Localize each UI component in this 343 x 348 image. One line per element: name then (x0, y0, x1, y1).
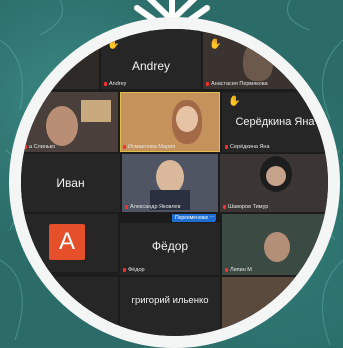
participant-tile-andrey[interactable]: ✋ Andrey Andrey (101, 29, 201, 89)
avatar: A (49, 224, 85, 260)
participant-tile-grigoriy[interactable]: григорий ильенко (120, 277, 220, 336)
participant-name-large: Andrey (131, 59, 171, 73)
muted-mic-icon (24, 144, 27, 149)
participant-tile-fedor[interactable]: Фёдор Фёдор (120, 223, 220, 275)
muted-mic-icon (125, 204, 128, 209)
participant-tile-permyakova[interactable]: ✋ Анастасия Пермякова (203, 29, 303, 89)
participant-video (243, 41, 273, 81)
participant-name-large: григорий ильенко (131, 295, 209, 306)
participant-label: Александр Яковлев (125, 204, 181, 210)
participant-name-large: Иван (56, 176, 85, 190)
room-background (81, 100, 111, 122)
participant-tile-avatar[interactable]: A (21, 214, 118, 272)
participant-tile-ivan[interactable]: Иван (21, 154, 120, 212)
muted-mic-icon (225, 267, 228, 272)
participant-label: Andrey (104, 81, 126, 87)
muted-mic-icon (104, 81, 107, 86)
muted-mic-icon (123, 267, 126, 272)
participant-name-large: Фёдор (151, 239, 189, 253)
participant-name-large: Серёдкина Яна (235, 116, 315, 128)
participant-video (46, 106, 78, 146)
muted-mic-icon (225, 144, 228, 149)
active-speaker-border (120, 92, 220, 152)
participant-video (264, 232, 290, 262)
participant-label: Шаворов Тимур (223, 204, 268, 210)
participant-grid: ✋ Andrey Andrey ✋ Анастасия Пермякова а … (21, 29, 328, 336)
participant-tile-slinko[interactable]: а Слинько (21, 92, 118, 152)
participant-tile-lipin[interactable]: Липин М (222, 214, 328, 275)
participant-tile-empty[interactable] (21, 277, 118, 336)
participant-label: а Слинько (24, 144, 55, 150)
participant-tile-last[interactable] (222, 277, 328, 336)
more-options-button[interactable]: ··· (208, 214, 216, 221)
raised-hand-icon: ✋ (209, 39, 222, 50)
participant-label: Липин М (225, 267, 252, 273)
video-call-circle: ✋ Andrey Andrey ✋ Анастасия Пермякова а … (21, 29, 328, 336)
raised-hand-icon: ✋ (228, 96, 241, 107)
participant-face (266, 166, 286, 186)
muted-mic-icon (223, 204, 226, 209)
participant-video (156, 160, 184, 194)
participant-label: Анастасия Пермякова (206, 81, 268, 87)
participant-tile-shavyrov[interactable]: Шаворов Тимур (220, 154, 328, 212)
participant-tile-seryodkina[interactable]: ✋ Серёдкина Яна Серёдкина Яна (222, 92, 328, 152)
participant-label: Фёдор (123, 267, 145, 273)
participant-label: Серёдкина Яна (225, 144, 270, 150)
participant-tile-yakovlev[interactable]: Александр Яковлев (122, 154, 218, 212)
muted-mic-icon (206, 81, 209, 86)
raised-hand-icon: ✋ (107, 39, 120, 50)
participant-tile-1[interactable] (21, 29, 99, 89)
